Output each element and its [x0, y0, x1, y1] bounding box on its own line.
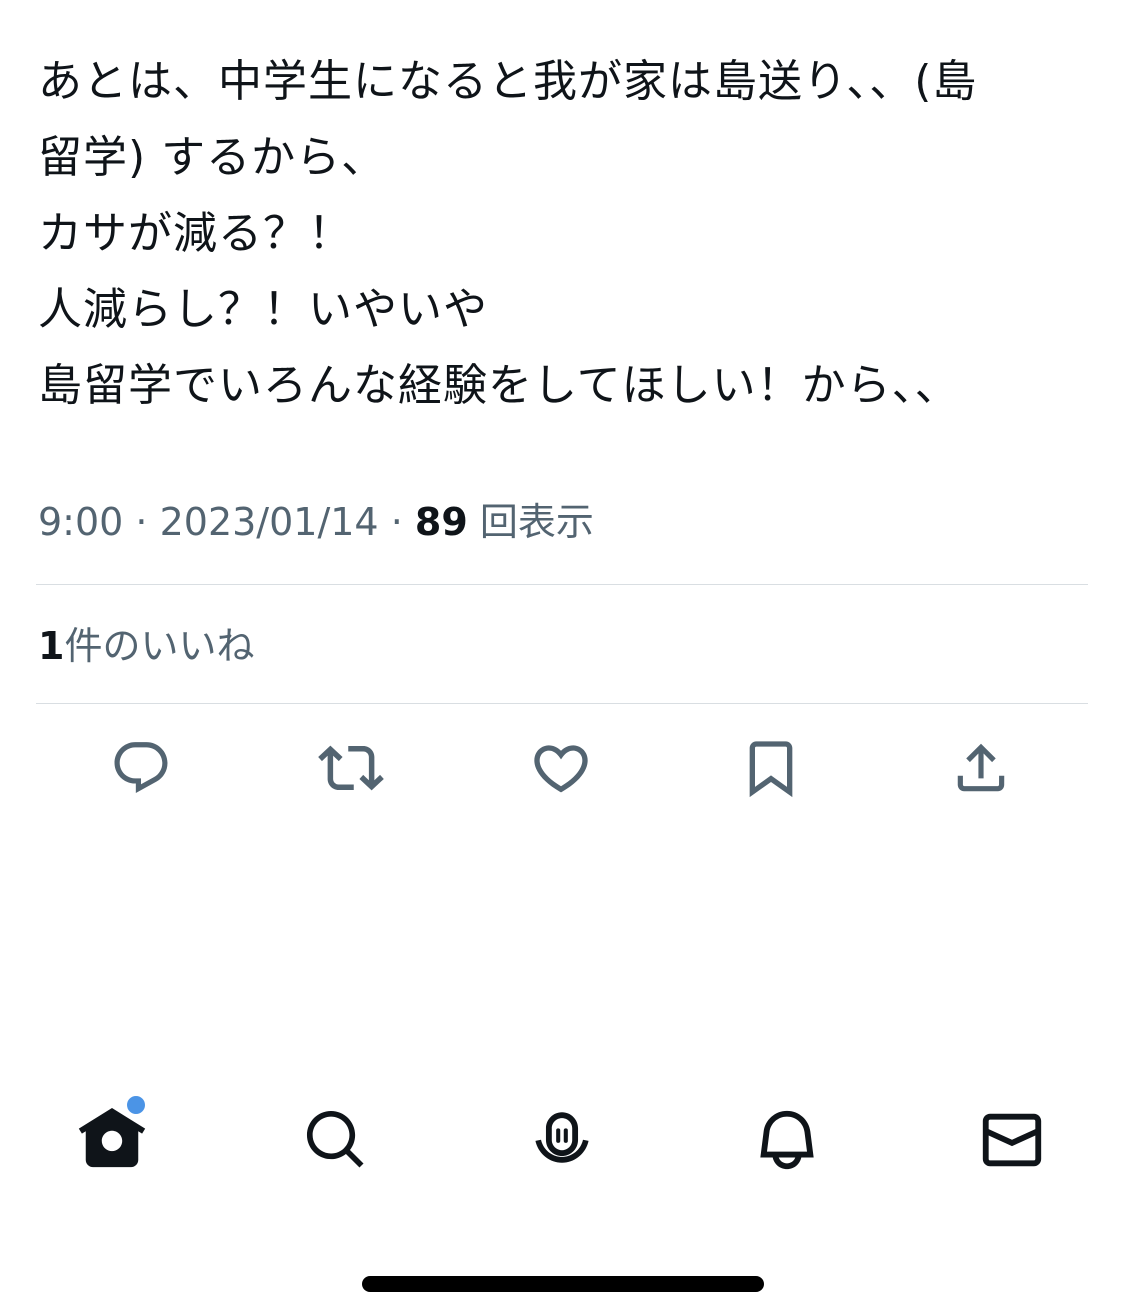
- tab-messages[interactable]: [967, 1095, 1057, 1185]
- reply-icon: [114, 742, 168, 794]
- bookmark-button[interactable]: [731, 728, 811, 808]
- tweet-metadata: 9:00 · 2023/01/14 · 89 回表示: [38, 496, 594, 548]
- tweet-date[interactable]: 2023/01/14: [160, 500, 379, 544]
- home-notification-badge: [125, 1094, 147, 1116]
- likes-label: 件のいいね: [64, 624, 255, 668]
- search-icon: [306, 1110, 364, 1168]
- views-count: 89: [414, 500, 468, 544]
- meta-separator: ·: [378, 500, 415, 544]
- messages-icon: [982, 1113, 1042, 1167]
- tab-notifications[interactable]: [742, 1095, 832, 1185]
- like-icon: [534, 745, 588, 793]
- divider: [36, 584, 1088, 585]
- views-label: 回表示: [479, 500, 594, 544]
- spaces-icon: [535, 1112, 589, 1163]
- retweet-button[interactable]: [311, 728, 391, 808]
- tweet-text-line: 留学) するから、: [38, 132, 387, 183]
- tweet-text-line: あとは、中学生になると我が家は島送り、、(島: [38, 56, 978, 107]
- reply-button[interactable]: [101, 728, 181, 808]
- like-button[interactable]: [521, 728, 601, 808]
- retweet-icon: [318, 745, 384, 791]
- tweet-text-line: カサが減る？！: [38, 208, 353, 259]
- bookmark-icon: [749, 741, 793, 798]
- tab-search[interactable]: [291, 1095, 381, 1185]
- meta-separator: ·: [123, 500, 160, 544]
- likes-summary[interactable]: 1件のいいね: [38, 620, 254, 672]
- tab-spaces[interactable]: [517, 1095, 607, 1185]
- notifications-icon: [760, 1110, 814, 1170]
- tweet-time[interactable]: 9:00: [38, 500, 123, 544]
- likes-count: 1: [38, 624, 65, 668]
- share-icon: [957, 743, 1005, 792]
- tweet-text-line: 島留学でいろんな経験をしてほしい！から、、: [38, 360, 960, 411]
- divider: [36, 703, 1088, 704]
- tweet-text-line: 人減らし？！いやいや: [38, 284, 488, 335]
- home-indicator[interactable]: [362, 1276, 764, 1292]
- share-button[interactable]: [941, 728, 1021, 808]
- tweet-text: あとは、中学生になると我が家は島送り、、(島 留学) するから、 カサが減る？！…: [38, 44, 1088, 424]
